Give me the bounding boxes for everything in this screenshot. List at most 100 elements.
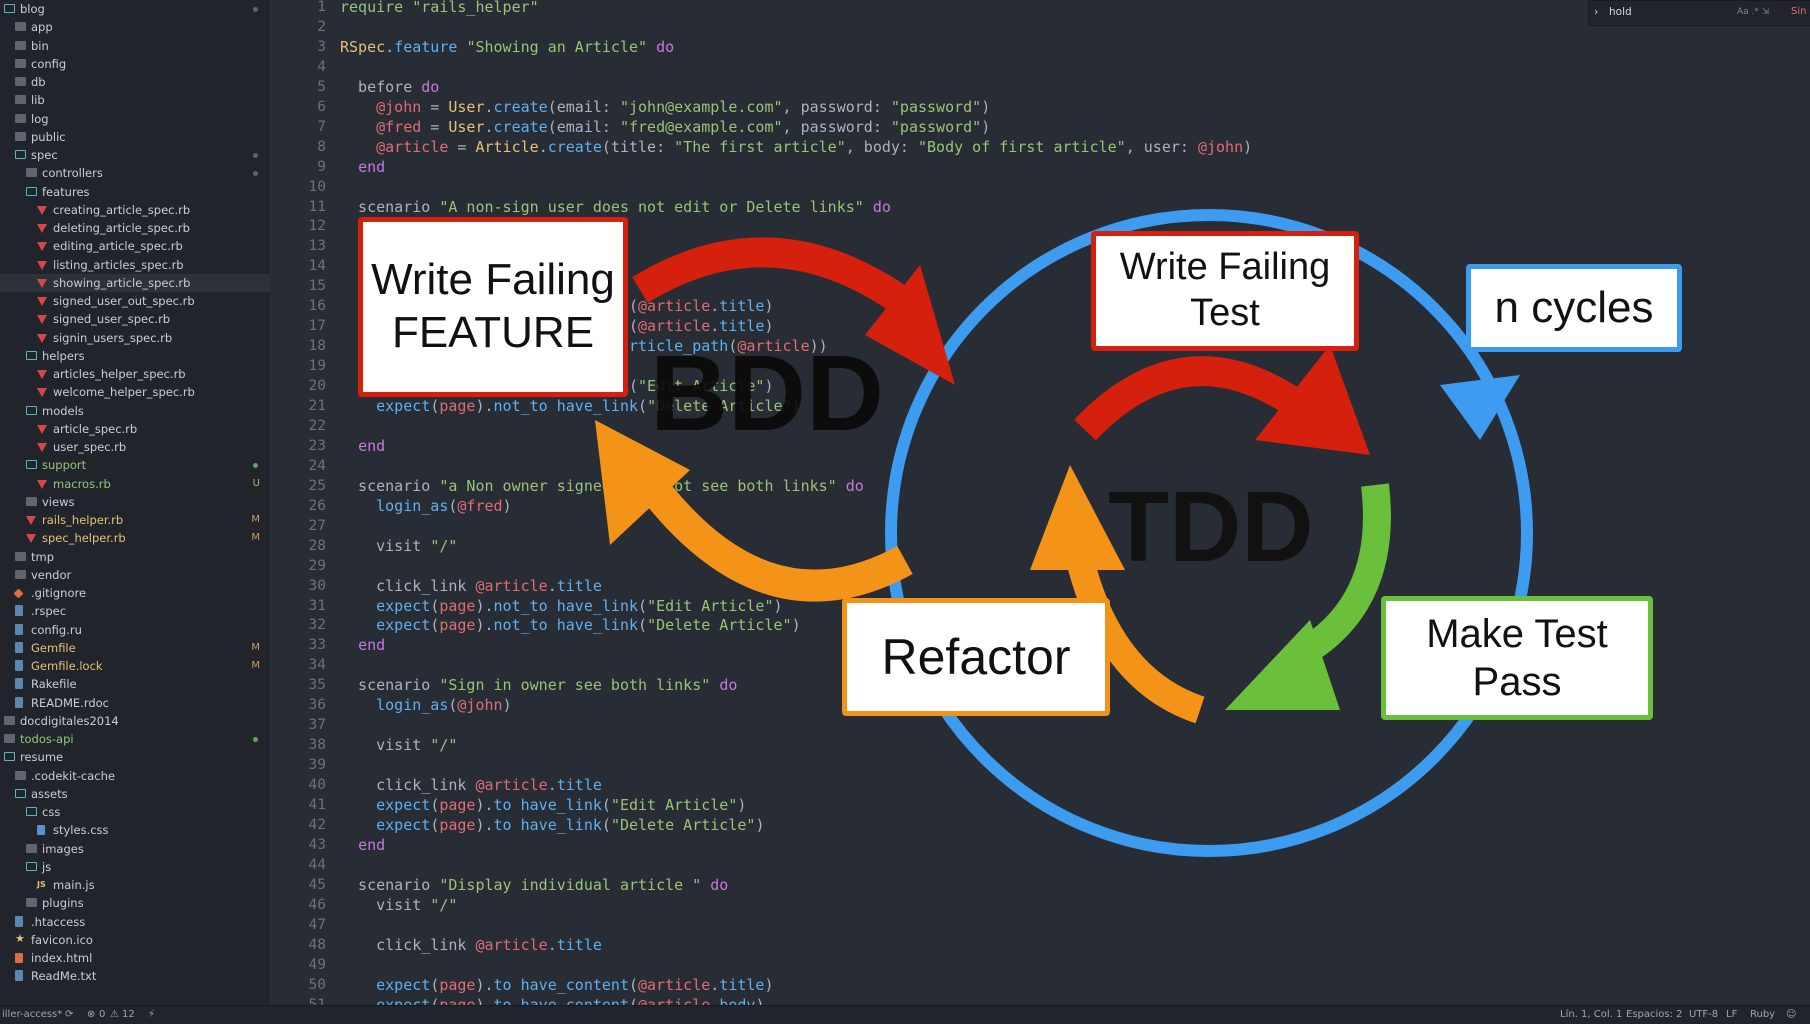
code-line[interactable]: end: [340, 835, 385, 855]
tree-item[interactable]: controllers: [0, 164, 270, 182]
code-line[interactable]: @article = Article.create(title: "The fi…: [340, 137, 1252, 157]
tree-item[interactable]: spec_helper.rb M: [0, 529, 270, 547]
tree-item[interactable]: rails_helper.rb M: [0, 511, 270, 529]
code-line[interactable]: expect(page).not_to have_link("Delete Ar…: [340, 396, 800, 416]
feedback-icon[interactable]: ☺: [1786, 1006, 1796, 1024]
tree-item[interactable]: listing_articles_spec.rb: [0, 256, 270, 274]
indentation[interactable]: Espacios: 2: [1626, 1006, 1683, 1024]
tree-item[interactable]: spec: [0, 146, 270, 164]
tree-item[interactable]: signin_users_spec.rb: [0, 329, 270, 347]
tree-item[interactable]: README.rdoc: [0, 694, 270, 712]
line-ending[interactable]: LF: [1726, 1006, 1737, 1024]
tree-item[interactable]: lib: [0, 91, 270, 109]
tree-item[interactable]: blog: [0, 0, 270, 18]
tree-item[interactable]: todos-api: [0, 730, 270, 748]
tree-item[interactable]: Gemfile.lock M: [0, 657, 270, 675]
tree-item[interactable]: editing_article_spec.rb: [0, 237, 270, 255]
error-count[interactable]: 0: [99, 1006, 105, 1024]
tree-item[interactable]: welcome_helper_spec.rb: [0, 383, 270, 401]
tree-item[interactable]: log: [0, 110, 270, 128]
code-line[interactable]: article_path(@article)): [340, 336, 828, 356]
tree-item[interactable]: support: [0, 456, 270, 474]
file-explorer[interactable]: blog app bin config db lib log public spec contro…: [0, 0, 270, 1005]
code-line[interactable]: end: [340, 157, 385, 177]
tree-item[interactable]: ★ favicon.ico: [0, 931, 270, 949]
code-line[interactable]: require "rails_helper": [340, 0, 539, 17]
tree-item[interactable]: features: [0, 183, 270, 201]
tree-item[interactable]: resume: [0, 748, 270, 766]
code-line[interactable]: visit "/": [340, 895, 457, 915]
code-line[interactable]: scenario "a Non owner signed user not se…: [340, 476, 864, 496]
tree-item[interactable]: models: [0, 402, 270, 420]
tree-item[interactable]: tmp: [0, 548, 270, 566]
tree-item[interactable]: ReadMe.txt: [0, 967, 270, 985]
tree-item[interactable]: assets: [0, 785, 270, 803]
tree-item[interactable]: config: [0, 55, 270, 73]
tree-item[interactable]: creating_article_spec.rb: [0, 201, 270, 219]
tree-item[interactable]: js: [0, 858, 270, 876]
tree-item[interactable]: .gitignore: [0, 584, 270, 602]
tree-item[interactable]: JS main.js: [0, 876, 270, 894]
code-line[interactable]: t(@article.title): [340, 316, 774, 336]
tree-item[interactable]: .rspec: [0, 602, 270, 620]
cursor-position[interactable]: Lín. 1, Col. 1: [1560, 1006, 1622, 1024]
code-line[interactable]: RSpec.feature "Showing an Article" do: [340, 37, 674, 57]
code-line[interactable]: end: [340, 436, 385, 456]
code-line[interactable]: expect(page).not_to have_link("Edit Arti…: [340, 596, 782, 616]
encoding[interactable]: UTF-8: [1689, 1006, 1718, 1024]
code-line[interactable]: @fred = User.create(email: "fred@example…: [340, 117, 990, 137]
warning-count[interactable]: 12: [122, 1006, 135, 1024]
tree-item[interactable]: signed_user_out_spec.rb: [0, 292, 270, 310]
tree-item[interactable]: articles_helper_spec.rb: [0, 365, 270, 383]
tree-item[interactable]: macros.rb U: [0, 475, 270, 493]
code-line[interactable]: click_link @article.title: [340, 775, 602, 795]
tree-item[interactable]: Rakefile: [0, 675, 270, 693]
tree-item[interactable]: db: [0, 73, 270, 91]
tree-item[interactable]: app: [0, 18, 270, 36]
code-line[interactable]: scenario "Sign in owner see both links" …: [340, 675, 737, 695]
tree-item[interactable]: images: [0, 840, 270, 858]
tree-item[interactable]: .htaccess: [0, 913, 270, 931]
code-line[interactable]: before do: [340, 77, 439, 97]
tree-item[interactable]: config.ru: [0, 621, 270, 639]
find-options[interactable]: Aa .* ⇲: [1737, 4, 1769, 20]
tree-item[interactable]: docdigitales2014: [0, 712, 270, 730]
language-mode[interactable]: Ruby: [1750, 1006, 1775, 1024]
code-line[interactable]: expect(page).to have_link("Edit Article"…: [340, 795, 746, 815]
tree-item[interactable]: views: [0, 493, 270, 511]
code-line[interactable]: end: [340, 635, 385, 655]
code-line[interactable]: expect(page).to have_content(@article.ti…: [340, 975, 773, 995]
lightning-icon[interactable]: ⚡: [148, 1006, 155, 1024]
code-line[interactable]: @john = User.create(email: "john@example…: [340, 97, 990, 117]
code-line[interactable]: scenario "Display individual article " d…: [340, 875, 728, 895]
tree-item[interactable]: index.html: [0, 949, 270, 967]
code-line[interactable]: click_link @article.title: [340, 576, 602, 596]
tree-item[interactable]: public: [0, 128, 270, 146]
code-line[interactable]: nk("Edit Article"): [340, 376, 774, 396]
code-line[interactable]: visit "/": [340, 735, 457, 755]
code-line[interactable]: expect(page).to have_content(@article.bo…: [340, 995, 764, 1006]
tree-item[interactable]: showing_article_spec.rb: [0, 273, 270, 292]
code-line[interactable]: expect(page).not_to have_link("Delete Ar…: [340, 615, 800, 635]
code-line[interactable]: click_link @article.title: [340, 935, 602, 955]
code-line[interactable]: t(@article.title): [340, 296, 774, 316]
git-branch[interactable]: iller-access*: [2, 1006, 62, 1024]
code-line[interactable]: login_as(@fred): [340, 496, 511, 516]
code-line[interactable]: scenario "A non-sign user does not edit …: [340, 197, 891, 217]
tree-item[interactable]: .codekit-cache: [0, 767, 270, 785]
error-icon[interactable]: ⊗: [87, 1006, 95, 1024]
find-widget[interactable]: › hold Aa .* ⇲ Sin resultados ← → ≡ ✕: [1588, 0, 1810, 26]
tree-item[interactable]: helpers: [0, 347, 270, 365]
tree-item[interactable]: styles.css: [0, 821, 270, 839]
warning-icon[interactable]: ⚠: [110, 1006, 119, 1024]
code-line[interactable]: visit "/": [340, 536, 457, 556]
code-area[interactable]: require "rails_helper" RSpec.feature "Sho…: [340, 0, 1640, 1005]
tree-item[interactable]: css: [0, 803, 270, 821]
tree-item[interactable]: vendor: [0, 566, 270, 584]
tree-item[interactable]: bin: [0, 37, 270, 55]
tree-item[interactable]: article_spec.rb: [0, 420, 270, 438]
code-editor[interactable]: 1 2 3 4 5 6 7 8 9 10 11 12 13 14 15 16 17 18 19 20 21 22 23 24 2…: [270, 0, 1810, 1005]
tree-item[interactable]: deleting_article_spec.rb: [0, 219, 270, 237]
tree-item[interactable]: Gemfile M: [0, 639, 270, 657]
chevron-right-icon[interactable]: ›: [1594, 3, 1598, 21]
